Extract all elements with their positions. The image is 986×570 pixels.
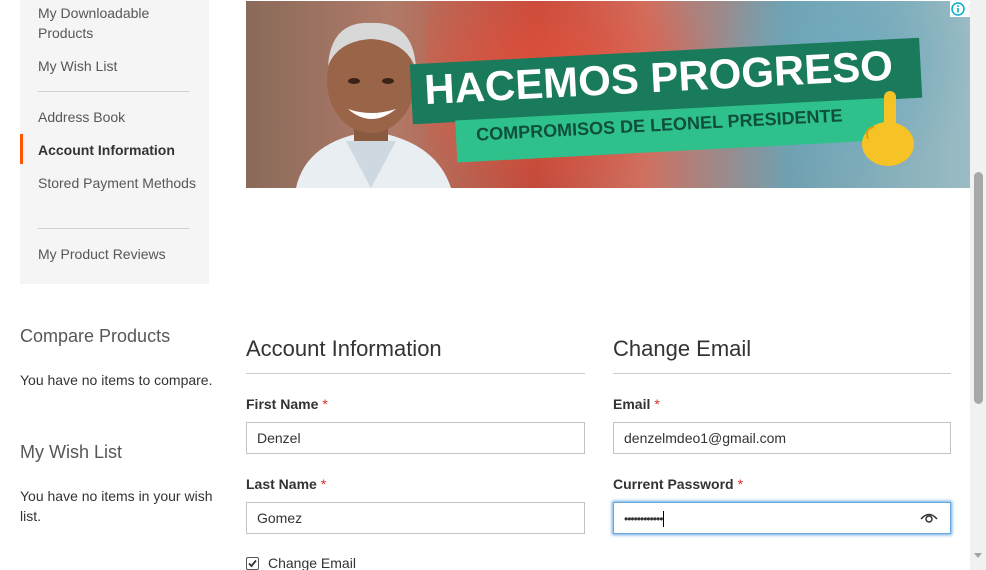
last-name-label: Last Name * bbox=[246, 476, 326, 492]
compare-products-title: Compare Products bbox=[20, 326, 171, 346]
nav-active-indicator bbox=[20, 134, 23, 164]
required-mark: * bbox=[320, 476, 327, 492]
sidebar-item-stored-payment-methods[interactable]: Stored Payment Methods bbox=[38, 173, 198, 193]
wishlist-title: My Wish List bbox=[20, 442, 123, 462]
text-caret bbox=[663, 511, 665, 528]
account-nav: My Downloadable Products My Wish List Ad… bbox=[20, 0, 209, 284]
compare-empty-text: You have no items to compare. bbox=[20, 372, 213, 388]
last-name-input[interactable]: Gomez bbox=[246, 502, 585, 534]
sidebar-item-wish-list[interactable]: My Wish List bbox=[38, 56, 198, 76]
eye-icon[interactable] bbox=[920, 511, 938, 525]
email-label: Email * bbox=[613, 396, 660, 412]
info-icon[interactable] bbox=[950, 1, 966, 17]
section-divider bbox=[613, 373, 951, 374]
wishlist-empty-text: You have no items in your wish list. bbox=[20, 488, 213, 524]
nav-divider bbox=[38, 228, 190, 229]
scroll-down-arrow-icon[interactable] bbox=[974, 553, 982, 558]
current-password-field[interactable]: •••••••••••• bbox=[613, 502, 951, 534]
checkmark-icon bbox=[248, 559, 257, 568]
pointing-hand-icon bbox=[862, 91, 914, 166]
required-mark: * bbox=[737, 476, 744, 492]
email-value: denzelmdeo1@gmail.com bbox=[624, 430, 787, 446]
scrollbar-thumb[interactable] bbox=[974, 172, 983, 404]
change-email-checkbox-label[interactable]: Change Email bbox=[268, 555, 356, 570]
first-name-input[interactable]: Denzel bbox=[246, 422, 585, 454]
sidebar-item-address-book[interactable]: Address Book bbox=[38, 107, 198, 127]
sidebar-item-account-information[interactable]: Account Information bbox=[38, 140, 198, 160]
required-mark: * bbox=[322, 396, 328, 412]
email-label-text: Email bbox=[613, 396, 651, 412]
page: My Downloadable Products My Wish List Ad… bbox=[0, 0, 986, 570]
vertical-scrollbar[interactable] bbox=[970, 0, 986, 570]
section-divider bbox=[246, 373, 585, 374]
first-name-label-text: First Name bbox=[246, 396, 319, 412]
ad-banner[interactable]: HACEMOS PROGRESO COMPROMISOS DE LEONEL P… bbox=[246, 1, 970, 188]
current-password-label: Current Password * bbox=[613, 476, 743, 492]
sidebar-item-downloadable-products[interactable]: My Downloadable Products bbox=[38, 3, 198, 43]
change-email-checkbox[interactable] bbox=[246, 557, 259, 570]
sidebar-item-product-reviews[interactable]: My Product Reviews bbox=[38, 244, 198, 264]
email-field[interactable]: denzelmdeo1@gmail.com bbox=[613, 422, 951, 454]
first-name-value: Denzel bbox=[257, 430, 301, 446]
change-email-title: Change Email bbox=[613, 336, 752, 361]
last-name-label-text: Last Name bbox=[246, 476, 317, 492]
last-name-value: Gomez bbox=[257, 510, 303, 526]
required-mark: * bbox=[654, 396, 660, 412]
first-name-label: First Name * bbox=[246, 396, 328, 412]
account-information-title: Account Information bbox=[246, 336, 442, 361]
nav-divider bbox=[38, 91, 190, 92]
password-value: •••••••••••• bbox=[624, 512, 663, 526]
current-password-label-text: Current Password bbox=[613, 476, 734, 492]
